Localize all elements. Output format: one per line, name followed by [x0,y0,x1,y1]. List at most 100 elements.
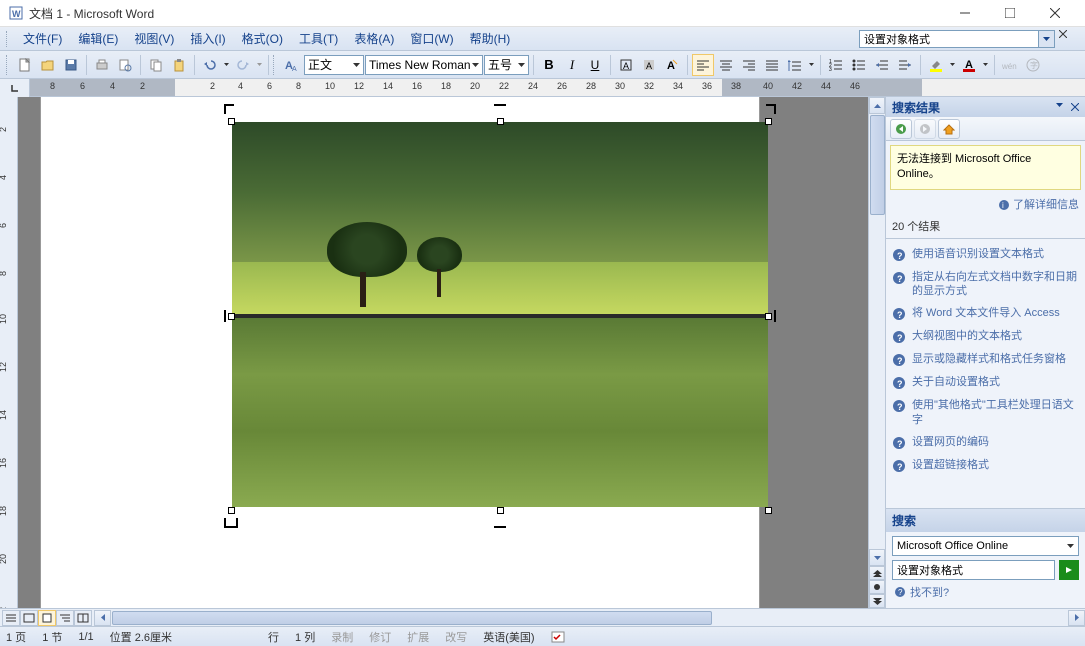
char-shading-button[interactable]: A [638,54,660,76]
align-right-button[interactable] [738,54,760,76]
menu-help[interactable]: 帮助(H) [462,27,519,50]
status-rec[interactable]: 录制 [331,629,353,645]
align-left-button[interactable] [692,54,714,76]
menu-file[interactable]: 文件(F) [15,27,70,50]
web-view-button[interactable] [20,610,38,626]
result-item[interactable]: ?使用语音识别设置文本格式 [886,243,1085,266]
result-item[interactable]: ?使用"其他格式"工具栏处理日语文字 [886,394,1085,431]
decrease-indent-button[interactable] [871,54,893,76]
fontsize-combo[interactable]: 五号 [484,55,529,75]
grip-handle[interactable] [273,55,278,75]
nav-forward-icon[interactable] [914,119,936,139]
menu-window[interactable]: 窗口(W) [402,27,461,50]
style-combo[interactable]: 正文 [304,55,364,75]
nav-home-icon[interactable] [938,119,960,139]
line-spacing-dropdown[interactable] [806,54,816,76]
vertical-scrollbar[interactable] [868,97,885,608]
scroll-right-icon[interactable] [1068,610,1085,626]
vertical-ruler[interactable]: 24681012141618202 [0,97,18,608]
normal-view-button[interactable] [2,610,20,626]
prev-page-icon[interactable] [869,566,885,580]
next-page-icon[interactable] [869,594,885,608]
search-scope-combo[interactable]: Microsoft Office Online [892,536,1079,556]
search-go-button[interactable] [1059,560,1079,580]
new-doc-button[interactable] [14,54,36,76]
undo-button[interactable] [199,54,221,76]
status-lang[interactable]: 英语(美国) [483,629,534,645]
font-color-button[interactable]: A [958,54,980,76]
search-input[interactable] [892,560,1055,580]
not-found-link[interactable]: ?找不到? [892,580,1079,604]
print-layout-view-button[interactable] [38,610,56,626]
scroll-left-icon[interactable] [94,610,111,626]
nav-back-icon[interactable] [890,119,912,139]
result-item[interactable]: ?显示或隐藏样式和格式任务窗格 [886,348,1085,371]
paste-button[interactable] [168,54,190,76]
reading-view-button[interactable] [74,610,92,626]
print-preview-button[interactable] [114,54,136,76]
hscroll-thumb[interactable] [112,611,712,625]
save-button[interactable] [60,54,82,76]
detail-link[interactable]: 了解详细信息 [1013,199,1079,211]
tab-selector-icon[interactable] [0,79,30,97]
italic-button[interactable]: I [561,54,583,76]
horizontal-ruler[interactable]: 8642246810121416182022242628303234363840… [0,79,1085,97]
align-justify-button[interactable] [761,54,783,76]
font-effect-button[interactable]: A [661,54,683,76]
char-border-button[interactable]: A [615,54,637,76]
grip-handle[interactable] [6,55,11,75]
result-item[interactable]: ?将 Word 文本文件导入 Access [886,302,1085,325]
maximize-button[interactable] [987,0,1032,27]
scroll-down-icon[interactable] [869,549,885,566]
line-spacing-button[interactable] [784,54,806,76]
result-item[interactable]: ?指定从右向左式文档中数字和日期的显示方式 [886,266,1085,303]
redo-button[interactable] [232,54,254,76]
menu-tools[interactable]: 工具(T) [291,27,346,50]
menu-view[interactable]: 视图(V) [126,27,182,50]
taskpane-close-icon[interactable] [1071,103,1079,111]
result-item[interactable]: ?关于自动设置格式 [886,371,1085,394]
menu-insert[interactable]: 插入(I) [182,27,233,50]
result-item[interactable]: ?大纲视图中的文本格式 [886,325,1085,348]
grip-handle[interactable] [6,31,11,47]
browse-object-icon[interactable] [869,580,885,594]
bold-button[interactable]: B [538,54,560,76]
highlight-button[interactable] [925,54,947,76]
ask-dropdown-icon[interactable] [1039,30,1055,48]
numbering-button[interactable]: 123 [825,54,847,76]
open-button[interactable] [37,54,59,76]
align-center-button[interactable] [715,54,737,76]
style-format-button[interactable]: AA [281,54,303,76]
spelling-icon[interactable] [551,630,567,644]
copy-button[interactable] [145,54,167,76]
phonetic-guide-button[interactable]: wén [999,54,1021,76]
close-button[interactable] [1032,0,1077,27]
menu-table[interactable]: 表格(A) [346,27,402,50]
outline-view-button[interactable] [56,610,74,626]
document-area[interactable]: 独树一帜 [18,97,868,608]
result-item[interactable]: ?设置网页的编码 [886,431,1085,454]
font-color-dropdown[interactable] [980,54,990,76]
ask-question-box[interactable]: 设置对象格式 [859,30,1039,48]
horizontal-scrollbar[interactable] [94,610,1085,626]
highlight-dropdown[interactable] [947,54,957,76]
font-combo[interactable]: Times New Roman [365,55,483,75]
underline-button[interactable]: U [584,54,606,76]
taskpane-dropdown-icon[interactable] [1056,103,1063,111]
status-rev[interactable]: 修订 [369,629,391,645]
inserted-image[interactable]: 独树一帜 [226,106,774,526]
result-item[interactable]: ?设置超链接格式 [886,454,1085,477]
enclose-char-button[interactable]: 字 [1022,54,1044,76]
menu-format[interactable]: 格式(O) [234,27,291,50]
bullets-button[interactable] [848,54,870,76]
minimize-button[interactable] [942,0,987,27]
scroll-thumb[interactable] [870,115,885,215]
print-button[interactable] [91,54,113,76]
status-ext[interactable]: 扩展 [407,629,429,645]
status-ovr[interactable]: 改写 [445,629,467,645]
redo-dropdown[interactable] [254,54,264,76]
doc-close-button[interactable] [1059,30,1079,48]
undo-dropdown[interactable] [221,54,231,76]
scroll-up-icon[interactable] [869,97,885,114]
menu-edit[interactable]: 编辑(E) [70,27,126,50]
